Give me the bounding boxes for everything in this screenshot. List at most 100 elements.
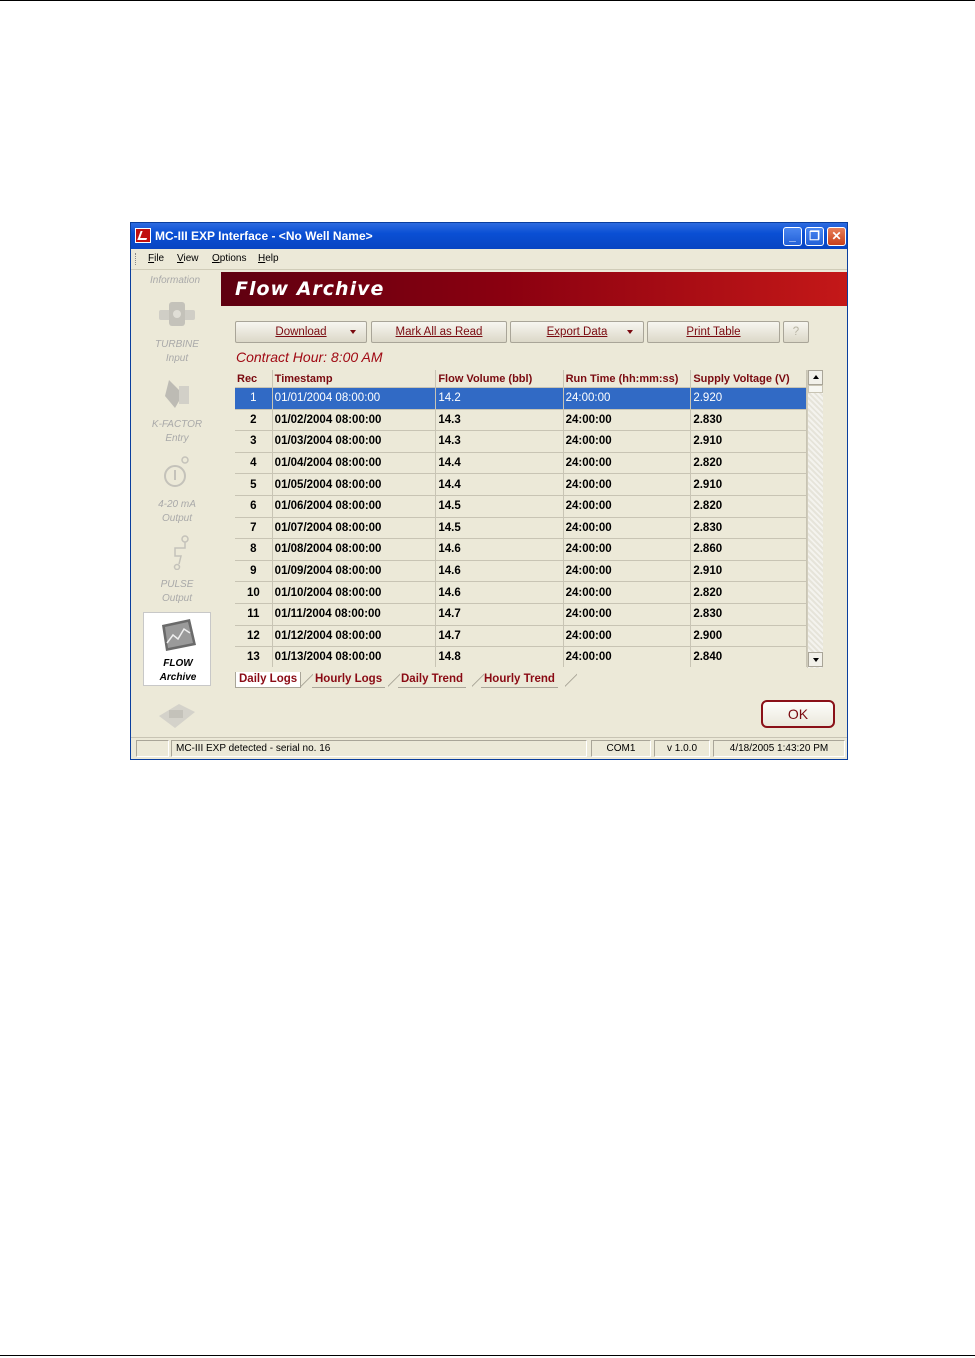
restore-button[interactable]: ❐ — [805, 227, 824, 246]
table-header-row: Rec Timestamp Flow Volume (bbl) Run Time… — [235, 370, 807, 388]
cell-flow-volume: 14.7 — [435, 603, 564, 626]
menu-grip — [135, 253, 138, 265]
cell-timestamp: 01/05/2004 08:00:00 — [272, 473, 437, 496]
column-header-timestamp[interactable]: Timestamp — [272, 370, 437, 388]
cell-rec: 10 — [235, 581, 273, 604]
table-row[interactable]: 12 01/12/2004 08:00:00 14.7 24:00:00 2.900 — [235, 625, 807, 648]
help-button[interactable]: ? — [783, 321, 809, 343]
cell-supply-voltage: 2.900 — [690, 625, 807, 648]
contract-hour: Contract Hour: 8:00 AM — [236, 349, 383, 365]
table-row[interactable]: 6 01/06/2004 08:00:00 14.5 24:00:00 2.820 — [235, 495, 807, 518]
cell-supply-voltage: 2.830 — [690, 409, 807, 432]
cell-supply-voltage: 2.910 — [690, 430, 807, 453]
cell-run-time: 24:00:00 — [563, 560, 692, 583]
cell-supply-voltage: 2.830 — [690, 603, 807, 626]
nav-label-pulse: PULSE — [160, 579, 194, 590]
nav-item-4-20ma[interactable]: 4-20 mA Output — [143, 452, 211, 524]
ok-button[interactable]: OK — [761, 700, 835, 728]
table-row[interactable]: 10 01/10/2004 08:00:00 14.6 24:00:00 2.820 — [235, 581, 807, 604]
minimize-button[interactable]: _ — [783, 227, 802, 246]
nav-item-flow-archive[interactable]: FLOW Archive — [143, 612, 211, 686]
nav-information[interactable]: Information — [131, 275, 219, 286]
nav-label-turbine: TURBINE — [155, 339, 199, 350]
scroll-up-button[interactable] — [808, 370, 823, 385]
download-button[interactable]: Download — [235, 321, 367, 343]
table-row[interactable]: 1 01/01/2004 08:00:00 14.2 24:00:00 2.920 — [235, 387, 807, 410]
column-header-run-time[interactable]: Run Time (hh:mm:ss) — [563, 370, 692, 388]
cell-rec: 4 — [235, 452, 273, 475]
nav-item-k-factor[interactable]: K-FACTOR Entry — [143, 372, 211, 444]
tab-daily-logs[interactable]: Daily Logs — [235, 672, 302, 688]
cell-run-time: 24:00:00 — [563, 387, 692, 410]
column-header-supply-voltage[interactable]: Supply Voltage (V) — [690, 370, 807, 388]
menu-help[interactable]: Help — [258, 253, 279, 264]
scroll-thumb[interactable] — [808, 385, 823, 393]
table-row[interactable]: 13 01/13/2004 08:00:00 14.8 24:00:00 2.840 — [235, 646, 807, 667]
status-version: v 1.0.0 — [654, 740, 710, 757]
cell-timestamp: 01/02/2004 08:00:00 — [272, 409, 437, 432]
menu-options[interactable]: Options — [212, 253, 246, 264]
menu-view[interactable]: View — [177, 253, 199, 264]
chevron-down-icon[interactable] — [350, 330, 356, 334]
k-factor-icon — [165, 380, 189, 408]
cell-timestamp: 01/07/2004 08:00:00 — [272, 517, 437, 540]
table-row[interactable]: 8 01/08/2004 08:00:00 14.6 24:00:00 2.860 — [235, 538, 807, 561]
cell-flow-volume: 14.7 — [435, 625, 564, 648]
cell-run-time: 24:00:00 — [563, 452, 692, 475]
turbine-icon — [159, 302, 195, 326]
table-row[interactable]: 11 01/11/2004 08:00:00 14.7 24:00:00 2.830 — [235, 603, 807, 626]
export-data-button[interactable]: Export Data — [510, 321, 644, 343]
scroll-down-button[interactable] — [808, 652, 823, 667]
nav-label-k-factor: K-FACTOR — [151, 419, 203, 430]
title-bar[interactable]: MC-III EXP Interface - <No Well Name> _ … — [131, 223, 847, 249]
cell-flow-volume: 14.6 — [435, 538, 564, 561]
close-button[interactable]: ✕ — [827, 227, 846, 246]
cell-supply-voltage: 2.820 — [690, 495, 807, 518]
tab-hourly-logs[interactable]: Hourly Logs — [312, 672, 386, 688]
chevron-down-icon[interactable] — [627, 330, 633, 334]
table-row[interactable]: 3 01/03/2004 08:00:00 14.3 24:00:00 2.910 — [235, 430, 807, 453]
nav-item-turbine[interactable]: TURBINE Input — [143, 292, 211, 364]
print-label: Print Table — [686, 326, 741, 338]
cell-rec: 2 — [235, 409, 273, 432]
cell-rec: 9 — [235, 560, 273, 583]
cell-timestamp: 01/10/2004 08:00:00 — [272, 581, 437, 604]
tab-divider — [565, 672, 577, 688]
cell-run-time: 24:00:00 — [563, 517, 692, 540]
tab-hourly-trend[interactable]: Hourly Trend — [481, 672, 558, 688]
cell-run-time: 24:00:00 — [563, 625, 692, 648]
table-row[interactable]: 2 01/02/2004 08:00:00 14.3 24:00:00 2.830 — [235, 409, 807, 432]
table-row[interactable]: 7 01/07/2004 08:00:00 14.5 24:00:00 2.830 — [235, 517, 807, 540]
menu-file[interactable]: File — [148, 253, 164, 264]
cell-rec: 11 — [235, 603, 273, 626]
cell-rec: 1 — [235, 387, 273, 410]
status-port: COM1 — [591, 740, 651, 757]
nav-item-pulse[interactable]: PULSE Output — [143, 532, 211, 604]
cell-supply-voltage: 2.830 — [690, 517, 807, 540]
export-label: Export Data — [546, 326, 608, 338]
cell-timestamp: 01/04/2004 08:00:00 — [272, 452, 437, 475]
cell-timestamp: 01/08/2004 08:00:00 — [272, 538, 437, 561]
cell-timestamp: 01/01/2004 08:00:00 — [272, 387, 437, 410]
table-row[interactable]: 5 01/05/2004 08:00:00 14.4 24:00:00 2.910 — [235, 473, 807, 496]
nav-item-next[interactable] — [143, 694, 211, 734]
cell-timestamp: 01/03/2004 08:00:00 — [272, 430, 437, 453]
table-scrollbar[interactable] — [807, 370, 823, 668]
cell-flow-volume: 14.2 — [435, 387, 564, 410]
mark-all-read-button[interactable]: Mark All as Read — [371, 321, 507, 343]
column-header-rec[interactable]: Rec — [235, 370, 273, 388]
column-header-flow-volume[interactable]: Flow Volume (bbl) — [435, 370, 564, 388]
cell-flow-volume: 14.4 — [435, 473, 564, 496]
cell-run-time: 24:00:00 — [563, 538, 692, 561]
cell-run-time: 24:00:00 — [563, 473, 692, 496]
print-table-button[interactable]: Print Table — [647, 321, 780, 343]
page-header-banner: Flow Archive — [221, 272, 847, 306]
cell-supply-voltage: 2.840 — [690, 646, 807, 667]
nav-sublabel-k-factor: Entry — [165, 433, 189, 444]
tab-daily-trend[interactable]: Daily Trend — [398, 672, 466, 688]
cell-timestamp: 01/12/2004 08:00:00 — [272, 625, 437, 648]
help-icon: ? — [792, 326, 800, 338]
table-row[interactable]: 9 01/09/2004 08:00:00 14.6 24:00:00 2.910 — [235, 560, 807, 583]
cell-flow-volume: 14.3 — [435, 430, 564, 453]
table-row[interactable]: 4 01/04/2004 08:00:00 14.4 24:00:00 2.820 — [235, 452, 807, 475]
